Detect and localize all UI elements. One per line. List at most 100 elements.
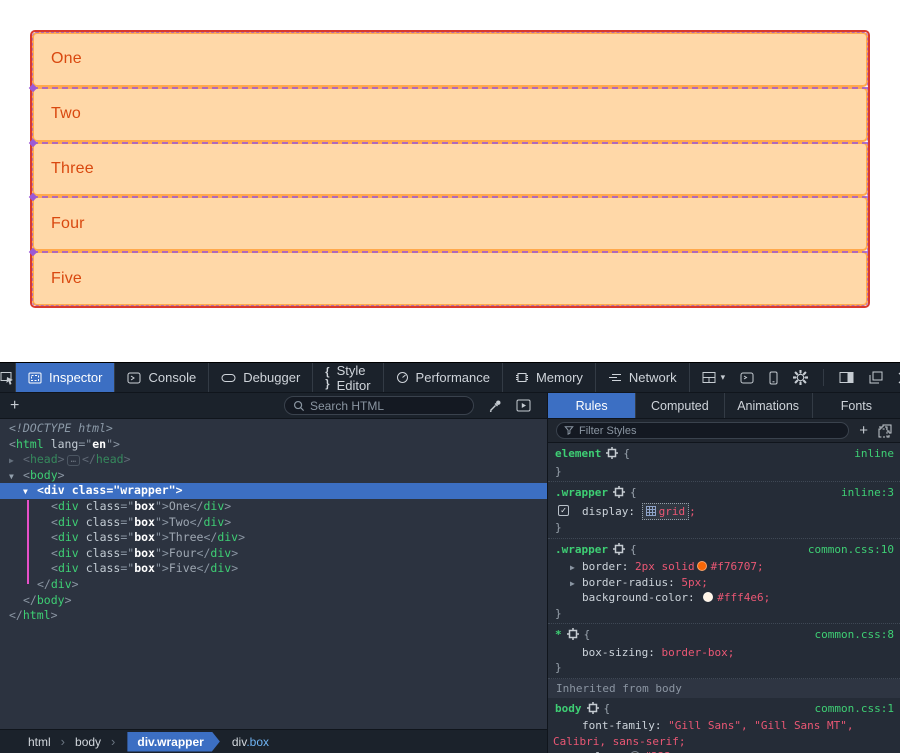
- code-token: wrapper: [120, 483, 168, 497]
- code-token: class: [86, 530, 121, 544]
- tab-rules[interactable]: Rules: [548, 393, 636, 418]
- declaration-toggle-checkbox[interactable]: ✓: [558, 505, 569, 516]
- markup-line-box[interactable]: <divclass="box">Four</div>: [0, 546, 547, 562]
- tab-console[interactable]: Console: [115, 363, 209, 392]
- box-label: Four: [51, 215, 85, 233]
- markup-line-doctype[interactable]: <!DOCTYPE html>: [0, 421, 547, 437]
- print-simulation-button[interactable]: [516, 399, 531, 412]
- markup-line-box[interactable]: <divclass="box">Three</div>: [0, 530, 547, 546]
- tab-debugger[interactable]: Debugger: [209, 363, 313, 392]
- markup-toolbar: +: [0, 393, 547, 419]
- markup-line-wrapper-selected[interactable]: ▼<divclass="wrapper">: [0, 483, 547, 499]
- breadcrumb-item-body[interactable]: body: [75, 735, 101, 749]
- tab-memory[interactable]: Memory: [503, 363, 596, 392]
- code-token: class: [72, 483, 107, 497]
- breadcrumb-item-div-wrapper[interactable]: div.wrapper: [127, 732, 219, 752]
- chevron-right-icon: ›: [111, 734, 115, 749]
- code-token: ;: [701, 576, 708, 589]
- rule-source-link[interactable]: common.css:10: [808, 542, 894, 558]
- pick-element-button[interactable]: [0, 363, 16, 392]
- code-token: <: [51, 499, 58, 513]
- rule-source-link[interactable]: inline:3: [841, 485, 894, 501]
- color-swatch-fff4e6[interactable]: [703, 592, 713, 602]
- separate-window-button[interactable]: [869, 371, 883, 384]
- selector-highlighter-icon[interactable]: [613, 488, 625, 501]
- grid-highlighter-toggle[interactable]: grid: [642, 503, 690, 521]
- rule-source-link[interactable]: inline: [854, 446, 894, 462]
- code-token: div: [210, 561, 231, 575]
- rule-source-link[interactable]: common.css:1: [815, 701, 894, 717]
- filter-styles-input[interactable]: [579, 425, 841, 437]
- twisty-open-icon[interactable]: ▼: [9, 469, 14, 485]
- twisty-open-icon[interactable]: ▼: [23, 484, 28, 500]
- color-swatch-f76707[interactable]: [697, 561, 707, 571]
- select-iframe-button[interactable]: ▾: [702, 371, 726, 384]
- code-token: <: [51, 561, 58, 575]
- selector-highlighter-icon[interactable]: [606, 449, 618, 462]
- tab-label: Debugger: [243, 370, 300, 385]
- responsive-mode-button[interactable]: [769, 371, 778, 385]
- code-token: div: [51, 577, 72, 591]
- markup-line-head[interactable]: ▶<head>…</head>: [0, 452, 547, 468]
- tab-network[interactable]: Network: [596, 363, 690, 392]
- split-console-button[interactable]: [740, 372, 754, 384]
- tab-animations[interactable]: Animations: [725, 393, 813, 418]
- code-token: ">: [169, 483, 183, 497]
- markup-line-html-open[interactable]: <htmllang="en">: [0, 437, 547, 453]
- markup-line-wrapper-close[interactable]: </div>: [0, 577, 547, 593]
- tab-performance[interactable]: Performance: [384, 363, 503, 392]
- code-token: }: [555, 465, 562, 478]
- filter-icon: [564, 425, 574, 436]
- code-token: ;: [728, 646, 735, 659]
- devtools-main: + <!DOCTYPE html> <htmllang="en"> ▶<head…: [0, 393, 900, 753]
- code-token: div: [210, 546, 231, 560]
- code-token: ;: [764, 591, 771, 604]
- selector-highlighter-icon[interactable]: [613, 545, 625, 558]
- add-node-button[interactable]: +: [10, 398, 19, 414]
- code-token: {: [604, 702, 611, 715]
- markup-line-body-open[interactable]: ▼<body>: [0, 468, 547, 484]
- markup-line-box[interactable]: <divclass="box">Two</div>: [0, 515, 547, 531]
- rule-selector: body: [555, 702, 582, 715]
- eyedropper-button[interactable]: [488, 399, 502, 413]
- markup-line-box[interactable]: <divclass="box">Five</div>: [0, 561, 547, 577]
- css-value: 5px: [681, 576, 701, 589]
- add-rule-button[interactable]: +: [859, 422, 868, 439]
- code-token: class: [86, 546, 121, 560]
- code-token: box: [134, 515, 155, 529]
- tab-inspector[interactable]: Inspector: [16, 363, 115, 392]
- expand-shorthand-icon[interactable]: ▶: [570, 560, 575, 576]
- twisty-closed-icon[interactable]: ▶: [9, 453, 14, 469]
- selector-highlighter-icon[interactable]: [567, 630, 579, 643]
- code-token: box: [134, 530, 155, 544]
- selector-highlighter-icon[interactable]: [587, 704, 599, 717]
- code-token: >: [224, 499, 231, 513]
- pseudo-class-panel-button[interactable]: [878, 424, 892, 438]
- tab-computed[interactable]: Computed: [636, 393, 724, 418]
- code-token: box: [134, 546, 155, 560]
- dock-side-button[interactable]: [839, 371, 854, 384]
- code-token: Four: [169, 546, 197, 560]
- breadcrumb-item-div-box[interactable]: div.box: [232, 735, 269, 749]
- search-html-input[interactable]: [310, 399, 465, 413]
- collapsed-content-badge[interactable]: …: [67, 455, 80, 466]
- expand-shorthand-icon[interactable]: ▶: [570, 576, 575, 592]
- code-token: div: [58, 515, 79, 529]
- rule-source-link[interactable]: common.css:8: [815, 627, 894, 643]
- breadcrumb-item-html[interactable]: html: [28, 735, 51, 749]
- tab-style-editor[interactable]: { } Style Editor: [313, 363, 383, 392]
- code-token: =": [120, 530, 134, 544]
- rule-selector: element: [555, 447, 601, 460]
- code-token: div: [58, 561, 79, 575]
- grid-box-three: Three: [32, 142, 868, 197]
- code-token: {: [584, 628, 591, 641]
- tab-fonts[interactable]: Fonts: [813, 393, 900, 418]
- code-token: <: [51, 530, 58, 544]
- settings-button[interactable]: [793, 370, 808, 385]
- inherited-from-body-header: Inherited from body: [548, 679, 900, 698]
- markup-line-box[interactable]: <divclass="box">One</div>: [0, 499, 547, 515]
- markup-pane: + <!DOCTYPE html> <htmllang="en"> ▶<head…: [0, 393, 548, 753]
- markup-line-body-close[interactable]: </body>: [0, 593, 547, 609]
- css-value: "Gill Sans", "Gill Sans MT",: [668, 719, 853, 732]
- markup-line-html-close[interactable]: </html>: [0, 608, 547, 624]
